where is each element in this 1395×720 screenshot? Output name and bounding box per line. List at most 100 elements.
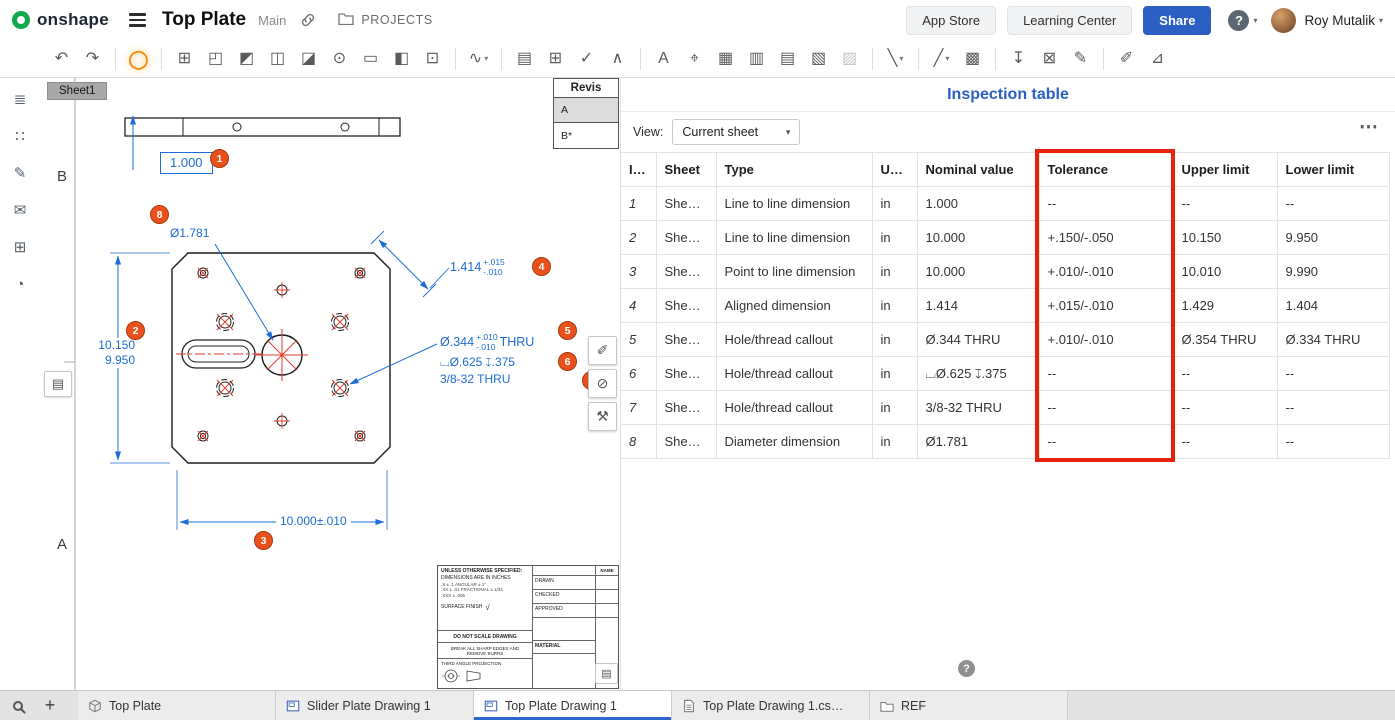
workspace-label[interactable]: Main [258, 13, 286, 28]
inspection-stamp-button[interactable]: ✐ [1112, 45, 1141, 73]
spline-icon: ∿ [469, 51, 482, 67]
sheet-settings-button[interactable]: ▤ [595, 663, 618, 684]
centerline-button[interactable]: ╲▾ [881, 45, 910, 73]
export-image-button[interactable]: ⊠ [1035, 45, 1064, 73]
hole-callout-344[interactable]: Ø.344+.010-.010THRU [440, 333, 534, 353]
inspection-table-icon: ⊿ [1151, 51, 1164, 67]
geometric-tolerance-button[interactable]: ⊞ [541, 45, 570, 73]
dimension-10150-9950[interactable]: 10.150 9.950 [91, 338, 135, 368]
redo-button[interactable]: ↷ [78, 45, 107, 73]
inspection-row[interactable]: 7Sheet...Hole/thread calloutin3/8-32 THR… [621, 391, 1389, 425]
onshape-logo[interactable]: onshape [12, 10, 109, 30]
add-tab-button[interactable]: + [36, 691, 64, 720]
tools-button[interactable]: ⚒ [588, 402, 617, 431]
text-button[interactable]: A [649, 45, 678, 73]
app-store-button[interactable]: App Store [906, 6, 996, 35]
balloon-1[interactable]: 1 [210, 149, 229, 168]
break-out-section-button[interactable]: ◧ [387, 45, 416, 73]
inspection-row[interactable]: 3Sheet...Point to line dimensionin10.000… [621, 255, 1389, 289]
balloon-8[interactable]: 8 [150, 205, 169, 224]
surface-finish-button[interactable]: ✓ [572, 45, 601, 73]
markup-button[interactable]: ✎ [7, 160, 33, 186]
inspection-row[interactable]: 8Sheet...Diameter dimensioninØ1.781-----… [621, 425, 1389, 459]
dimension-10000[interactable]: 10.000±.010 [276, 514, 351, 529]
cell-units: in [872, 221, 917, 255]
center-mark-button[interactable]: ◯ [124, 45, 153, 73]
tab-top-plate-drawing-1-cs-[interactable]: Top Plate Drawing 1.cs… [672, 691, 870, 720]
markup-pen-button[interactable]: ✎ [1066, 45, 1095, 73]
cell-nominal: Ø1.781 [917, 425, 1039, 459]
inspect-tool-button[interactable]: ✐ [588, 336, 617, 365]
auxiliary-view-button[interactable]: ◩ [232, 45, 261, 73]
projected-view-button[interactable]: ◰ [201, 45, 230, 73]
balloon-2[interactable]: 2 [126, 321, 145, 340]
user-menu[interactable]: Roy Mutalik ▾ [1271, 8, 1383, 33]
balloon-5[interactable]: 5 [558, 321, 577, 340]
inspection-row[interactable]: 1Sheet...Line to line dimensionin1.000--… [621, 187, 1389, 221]
balloon-3[interactable]: 3 [254, 531, 273, 550]
learning-center-button[interactable]: Learning Center [1007, 6, 1132, 35]
dimension-1000[interactable]: 1.000 [160, 152, 213, 174]
hole-table-button[interactable]: ▤ [773, 45, 802, 73]
export-dxf-button[interactable]: ↧ [1004, 45, 1033, 73]
inspection-table-button[interactable]: ⊿ [1143, 45, 1172, 73]
sheets-panel-button[interactable]: ≣ [7, 86, 33, 112]
tab-top-plate[interactable]: Top Plate [78, 691, 276, 720]
balloon-4[interactable]: 4 [532, 257, 551, 276]
broken-view-button[interactable]: ▭ [356, 45, 385, 73]
view-select[interactable]: Current sheet ▾ [672, 119, 800, 145]
export-dxf-icon: ↧ [1012, 51, 1025, 67]
table-button[interactable]: ▦ [711, 45, 740, 73]
detail-view-button[interactable]: ⊙ [325, 45, 354, 73]
col-type: Type [716, 153, 872, 187]
crop-view-button[interactable]: ⊡ [418, 45, 447, 73]
section-view-button[interactable]: ◫ [263, 45, 292, 73]
revision-table[interactable]: Revis A B* [553, 78, 619, 149]
tabbar: + Top PlateSlider Plate Drawing 1Top Pla… [0, 690, 1395, 720]
tab-top-plate-drawing-1[interactable]: Top Plate Drawing 1 [474, 691, 672, 720]
dimension-1414[interactable]: 1.414+.015-.010 [450, 258, 507, 278]
hole-callout-625[interactable]: ⌴Ø.625 ↧.375 [440, 355, 515, 370]
tab-search-button[interactable] [0, 691, 36, 720]
inspection-row[interactable]: 5Sheet...Hole/thread calloutinØ.344 THRU… [621, 323, 1389, 357]
remove-balloon-button[interactable]: ⊘ [588, 369, 617, 398]
hatch-button[interactable]: ▩ [958, 45, 987, 73]
share-button[interactable]: Share [1143, 6, 1211, 35]
undo-button[interactable]: ↶ [47, 45, 76, 73]
sheet-panel-button[interactable]: ▤ [44, 371, 72, 397]
cut-list-button[interactable]: ▨ [835, 45, 864, 73]
line-style-button[interactable]: ╱▾ [927, 45, 956, 73]
inspection-row[interactable]: 4Sheet...Aligned dimensionin1.414+.015/-… [621, 289, 1389, 323]
balloon-6[interactable]: 6 [558, 352, 577, 371]
inspection-symbol-button[interactable]: ⌖ [680, 45, 709, 73]
drawing-canvas[interactable]: Sheet1 B A 1.000 10.150 9.950 Ø1.781 1.4… [40, 78, 620, 690]
insert-view-button[interactable]: ⊞ [170, 45, 199, 73]
auto-balloon-button[interactable]: ∷ [7, 123, 33, 149]
surface-finish-icon: ✓ [580, 51, 593, 67]
versions-button[interactable]: ⊞ [7, 234, 33, 260]
comments-button[interactable]: ✉ [7, 197, 33, 223]
help-menu[interactable]: ? ▾ [1228, 10, 1257, 31]
share-link-icon[interactable] [300, 12, 316, 28]
bom-table-button[interactable]: ▥ [742, 45, 771, 73]
ellipsis-icon: ⋯ [1359, 117, 1379, 138]
cell-item: 3 [621, 255, 656, 289]
aligned-section-button[interactable]: ◪ [294, 45, 323, 73]
tab-ref[interactable]: REF [870, 691, 1068, 720]
inspection-row[interactable]: 6Sheet...Hole/thread calloutin⌴Ø.625 ↧.3… [621, 357, 1389, 391]
sheet-tab[interactable]: Sheet1 [47, 82, 107, 100]
history-button[interactable]: ◔ [7, 271, 33, 297]
inspection-row[interactable]: 2Sheet...Line to line dimensionin10.000+… [621, 221, 1389, 255]
note-button[interactable]: ▤ [510, 45, 539, 73]
revision-table-button[interactable]: ▧ [804, 45, 833, 73]
hole-callout-thread[interactable]: 3/8-32 THRU [440, 372, 510, 387]
tab-slider-plate-drawing-1[interactable]: Slider Plate Drawing 1 [276, 691, 474, 720]
dimension-diameter-1781[interactable]: Ø1.781 [170, 226, 209, 241]
breadcrumb-project[interactable]: PROJECTS [338, 12, 432, 28]
cell-nominal: Ø.344 THRU [917, 323, 1039, 357]
main-menu-button[interactable] [129, 13, 146, 26]
overflow-menu-button[interactable]: ⋯ [1359, 116, 1379, 139]
spline-button[interactable]: ∿▾ [464, 45, 493, 73]
panel-help-button[interactable]: ? [958, 660, 975, 677]
weld-symbol-button[interactable]: ∧ [603, 45, 632, 73]
